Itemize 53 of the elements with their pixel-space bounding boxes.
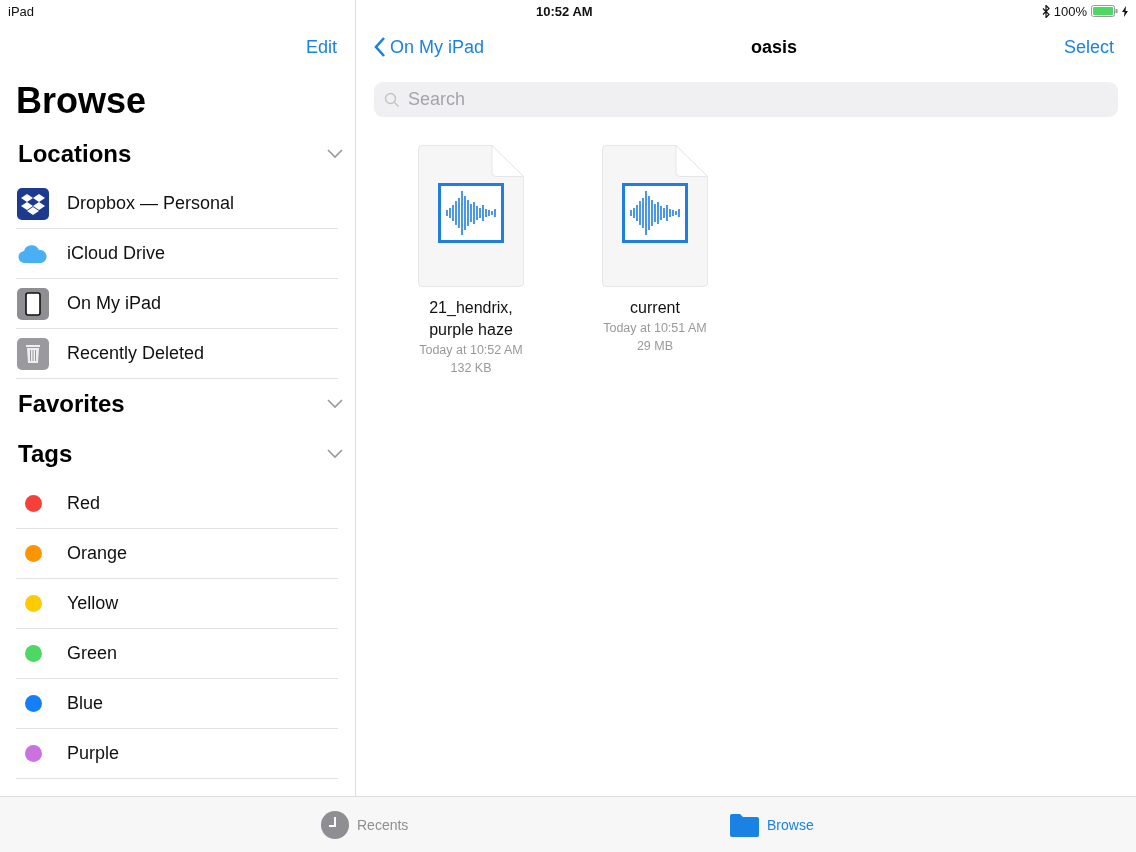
tag-item[interactable]: Blue [16,679,338,729]
file-date: Today at 10:51 AM [603,320,707,337]
item-label: Yellow [67,593,119,614]
cloud-icon [18,244,48,263]
search-field[interactable]: Search [374,82,1118,117]
tag-item[interactable]: Green [16,629,338,679]
chevron-icon [327,399,343,409]
item-label: Blue [67,693,104,714]
item-label: On My iPad [67,293,162,314]
trash-icon [17,337,49,370]
location-item[interactable]: Dropbox — Personal [16,179,338,229]
chevron-icon [327,449,343,459]
section-header[interactable]: Tags [0,429,355,479]
item-label: Orange [67,543,128,564]
file-name: 21_hendrix, purple haze [428,298,514,340]
chevron-icon [327,149,343,159]
item-label: Dropbox — Personal [67,193,235,214]
back-button[interactable]: On My iPad [374,36,485,58]
page-title: Browse [15,78,148,123]
status-time: 10:52 AM [536,3,593,19]
device-name: iPad [8,3,35,19]
item-label: Purple [67,743,120,764]
audio-waveform-icon [622,183,688,243]
item-label: Recently Deleted [67,343,205,364]
back-chevron-icon [374,36,386,58]
audio-waveform-icon [438,183,504,243]
section-header[interactable]: Locations [0,129,355,179]
battery-percent: 100% [1053,3,1087,19]
tag-item[interactable]: Orange [16,529,338,579]
file-name: current [629,298,681,318]
tag-item[interactable]: Yellow [16,579,338,629]
select-button[interactable]: Select [1063,36,1114,58]
file-date: Today at 10:52 AM [419,342,523,359]
clock-icon [321,810,349,839]
bluetooth-icon [1041,4,1050,18]
tablet-icon [17,287,49,320]
section-header[interactable]: Favorites [0,379,355,429]
tag-item[interactable]: Red [16,479,338,529]
dropbox-icon [17,187,49,220]
tab-button[interactable]: Browse [730,812,814,837]
item-label: iCloud Drive [67,243,166,264]
item-label: Red [67,493,101,514]
location-item[interactable]: iCloud Drive [16,229,338,279]
location-item[interactable]: On My iPad [16,279,338,329]
battery-icon [1091,5,1118,17]
folder-icon [730,812,759,837]
tag-item[interactable]: Purple [16,729,338,779]
edit-button[interactable]: Edit [305,36,337,58]
folder-title: oasis [750,36,798,58]
item-label: Green [67,643,118,664]
location-item[interactable]: Recently Deleted [16,329,338,379]
file-size: 132 KB [450,360,492,377]
file-size: 29 MB [636,338,674,355]
